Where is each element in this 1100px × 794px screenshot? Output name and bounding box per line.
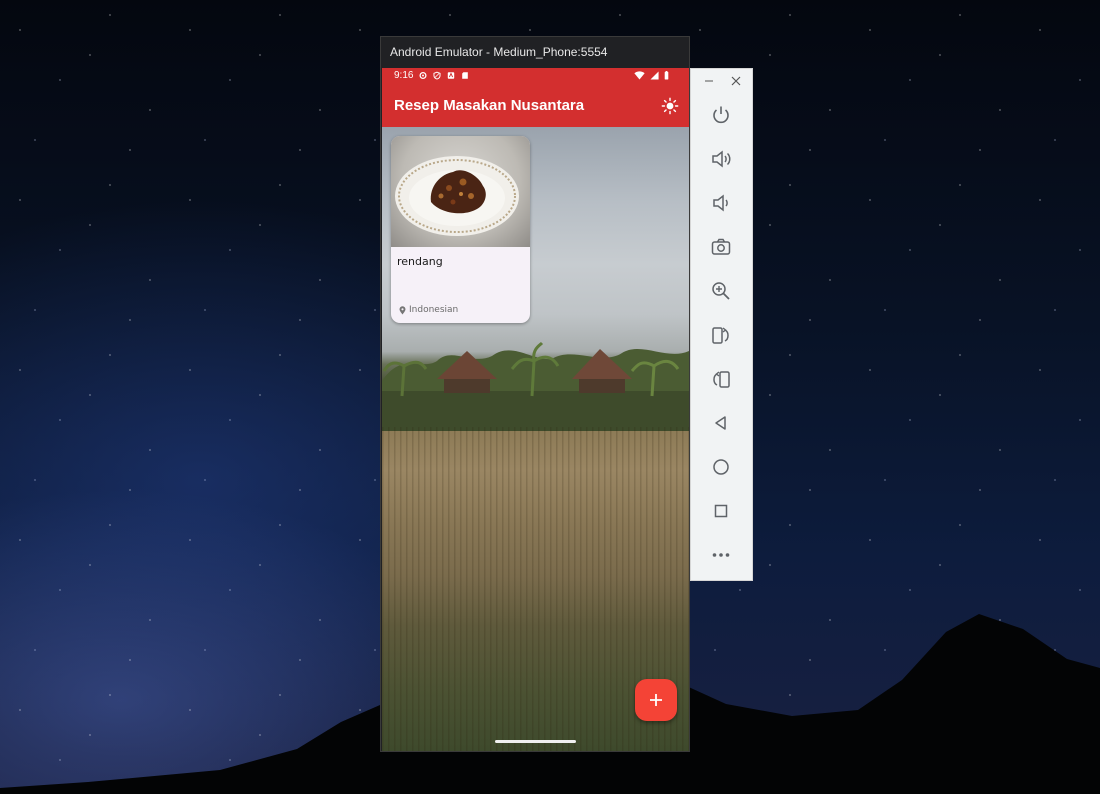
home-icon xyxy=(713,459,729,475)
sd-card-icon xyxy=(462,72,468,79)
volume-up-icon xyxy=(712,150,731,168)
volume-down-icon xyxy=(713,194,728,212)
emulator-title[interactable]: Android Emulator - Medium_Phone:5554 xyxy=(381,37,689,68)
more-icon xyxy=(712,553,730,557)
zoom-icon xyxy=(712,282,730,300)
add-recipe-button[interactable] xyxy=(635,679,677,721)
wifi-icon xyxy=(634,71,645,80)
minimize-icon[interactable] xyxy=(703,75,715,87)
status-system-icons xyxy=(634,71,669,80)
recipe-origin: Indonesian xyxy=(399,305,458,315)
recipe-photo xyxy=(391,136,530,247)
gesture-nav-bar[interactable] xyxy=(495,740,576,743)
back-icon xyxy=(715,416,726,430)
app-title: Resep Masakan Nusantara xyxy=(394,97,585,114)
close-icon[interactable] xyxy=(730,75,742,87)
zoom-button[interactable] xyxy=(708,278,734,304)
shield-icon xyxy=(433,71,441,80)
emulator-side-toolbar xyxy=(690,68,753,581)
volume-down-button[interactable] xyxy=(708,190,734,216)
battery-icon xyxy=(664,71,669,80)
power-button[interactable] xyxy=(708,102,734,128)
status-notification-icons xyxy=(419,71,469,80)
power-icon xyxy=(713,106,729,124)
rotate-left-icon xyxy=(712,327,729,344)
back-button[interactable] xyxy=(708,410,734,436)
rotate-left-button[interactable] xyxy=(708,322,734,348)
camera-icon xyxy=(711,238,731,255)
location-pin-icon xyxy=(399,305,406,315)
status-bar: 9:16 xyxy=(382,68,689,84)
plus-icon xyxy=(650,694,662,706)
rotate-right-button[interactable] xyxy=(708,366,734,392)
rendang-dish-image xyxy=(395,156,519,236)
signal-icon xyxy=(650,71,659,80)
background-huts-trees xyxy=(382,341,689,431)
recipe-card[interactable]: rendang Indonesian xyxy=(391,136,530,323)
rotate-right-icon xyxy=(713,371,730,388)
recipe-origin-label: Indonesian xyxy=(409,305,459,315)
overview-button[interactable] xyxy=(708,498,734,524)
app-notification-icon xyxy=(447,72,455,79)
recipe-name: rendang xyxy=(397,255,443,268)
more-button[interactable] xyxy=(708,542,734,568)
volume-up-button[interactable] xyxy=(708,146,734,172)
screenshot-button[interactable] xyxy=(708,234,734,260)
app-bar: Resep Masakan Nusantara xyxy=(382,84,689,127)
recipe-list-background: rendang Indonesian xyxy=(382,127,689,751)
settings-icon xyxy=(419,71,427,80)
overview-icon xyxy=(714,504,728,518)
sun-icon[interactable] xyxy=(661,97,679,115)
phone-screen: 9:16 Resep Masakan Nusantara rendang Ind… xyxy=(382,68,689,751)
home-button[interactable] xyxy=(708,454,734,480)
emulator-window: Android Emulator - Medium_Phone:5554 9:1… xyxy=(380,36,690,752)
status-time: 9:16 xyxy=(394,70,414,81)
